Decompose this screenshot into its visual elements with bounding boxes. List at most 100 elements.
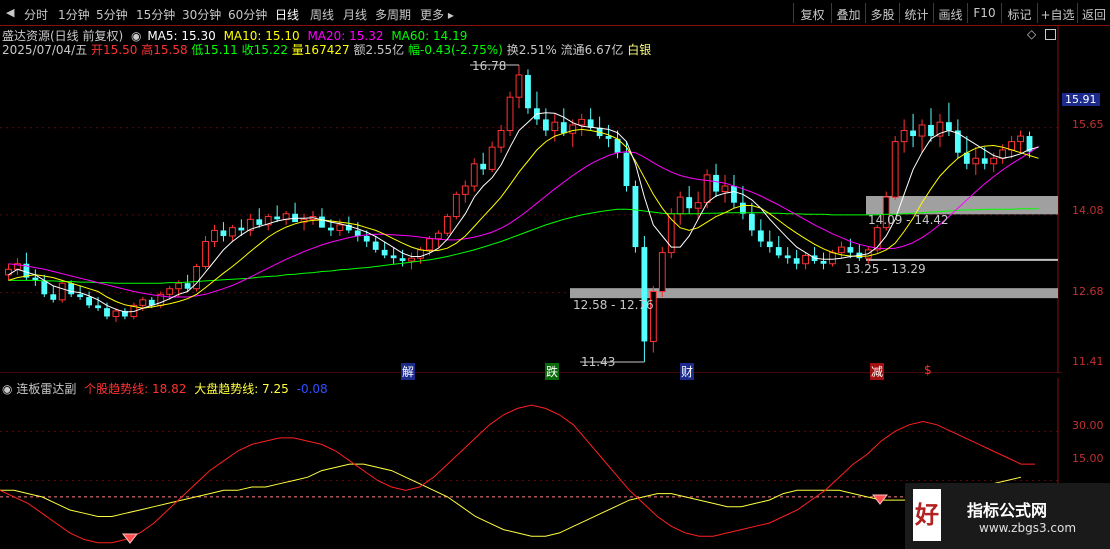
market-trend-line	[0, 463, 1022, 537]
axis-tick-4: 11.41	[1072, 355, 1104, 368]
candle-body-up	[900, 130, 908, 143]
period-15min[interactable]: 15分钟	[136, 6, 175, 23]
axis-tick-1: 15.65	[1072, 118, 1104, 131]
candle-body-down	[274, 216, 281, 220]
sub-grid	[0, 378, 1059, 549]
period-more[interactable]: 更多 ▸	[420, 6, 454, 23]
candle-body-down	[86, 297, 92, 306]
period-multi[interactable]: 多周期	[375, 6, 411, 23]
candle-body-down	[480, 163, 487, 170]
candle-body-up	[658, 252, 666, 292]
candle-body-up	[515, 74, 523, 98]
draw-line-button[interactable]: 画线	[933, 3, 967, 23]
candle-body-up	[497, 130, 505, 148]
period-daily[interactable]: 日线	[275, 6, 299, 23]
candle-body-up	[829, 252, 836, 265]
sub-axis-tick-1: 30.00	[1072, 419, 1104, 432]
candle-body-down	[542, 119, 549, 131]
candle-body-up	[228, 227, 236, 237]
candle-body-down	[238, 227, 245, 231]
axis-tick-2: 14.08	[1072, 204, 1104, 217]
candle-body-up	[838, 246, 845, 254]
candle-body-down	[354, 230, 361, 236]
zone-label-upper: 14.09 - 14.42	[868, 213, 949, 227]
candle-body-up	[551, 121, 559, 132]
candle-body-down	[399, 258, 406, 261]
candle-body-up	[58, 282, 66, 301]
zone-label-lower: 12.58 - 12.76	[573, 298, 654, 312]
candle-body-down	[77, 294, 84, 298]
zone-label-middle: 13.25 - 13.29	[845, 262, 926, 276]
candle-body-down	[713, 174, 719, 192]
candle-body-up	[999, 149, 1007, 159]
restore-rights-button[interactable]: 复权	[793, 3, 831, 23]
period-30min[interactable]: 30分钟	[182, 6, 221, 23]
candle-body-down	[686, 197, 693, 209]
candle-body-up	[676, 196, 684, 215]
statistics-button[interactable]: 统计	[899, 3, 933, 23]
multi-stock-button[interactable]: 多股	[865, 3, 899, 23]
candle-body-down	[605, 136, 612, 139]
candle-body-down	[981, 158, 988, 164]
candle-body-down	[41, 280, 48, 295]
overlay-button[interactable]: 叠加	[831, 3, 865, 23]
candle-body-down	[390, 255, 397, 259]
candle-body-up	[408, 257, 415, 262]
candle-body-down	[910, 130, 916, 137]
candle-body-down	[946, 122, 952, 131]
period-fenshi[interactable]: 分时	[24, 6, 48, 23]
main-kline-chart[interactable]	[0, 26, 1062, 373]
add-watchlist-button[interactable]: +自选	[1037, 3, 1077, 23]
candle-body-down	[632, 186, 639, 248]
low-price-label: 11.43	[581, 355, 616, 369]
candle-body-down	[68, 283, 75, 295]
candle-body-up	[694, 202, 702, 209]
candle-body-up	[936, 121, 944, 137]
period-1min[interactable]: 1分钟	[58, 6, 90, 23]
candle-body-up	[426, 238, 433, 251]
candle-body-down	[847, 247, 854, 253]
candle-body-down	[104, 308, 110, 317]
period-60min[interactable]: 60分钟	[228, 6, 267, 23]
candle-body-up	[721, 185, 729, 193]
period-weekly[interactable]: 周线	[310, 6, 334, 23]
candle-body-up	[703, 174, 711, 204]
logo-title: 指标公式网	[967, 501, 1048, 520]
high-price-label: 16.78	[472, 59, 507, 73]
candle-body-down	[525, 74, 531, 109]
candle-body-up	[1008, 141, 1016, 151]
watermark-logo: 好 指标公式网 www.zbgs3.com	[905, 483, 1110, 549]
event-marker-dollar[interactable]: $	[924, 363, 932, 377]
signal-diamond-icon-1	[871, 494, 889, 505]
sub-axis-tick-2: 15.00	[1072, 452, 1104, 465]
period-5min[interactable]: 5分钟	[96, 6, 128, 23]
candle-body-up	[461, 185, 469, 195]
candle-body-up	[918, 124, 926, 137]
back-arrow-icon[interactable]: ◀	[6, 6, 14, 19]
signal-diamond-icon-0	[121, 533, 139, 544]
return-button[interactable]: 返回	[1077, 3, 1110, 23]
candle-body-down	[784, 255, 791, 259]
axis-tick-3: 12.68	[1072, 285, 1104, 298]
candle-body-down	[820, 260, 827, 264]
sub-indicator-chart[interactable]	[0, 378, 1062, 549]
candle-body-up	[990, 157, 998, 165]
candle-body-up	[336, 224, 344, 231]
period-monthly[interactable]: 月线	[343, 6, 367, 23]
candle-body-up	[578, 118, 586, 126]
candle-body-up	[443, 216, 451, 234]
axis-current-price: 15.91	[1062, 93, 1100, 106]
mark-button[interactable]: 标记	[1001, 3, 1037, 23]
candle-body-up	[282, 213, 290, 220]
candle-body-up	[972, 157, 980, 165]
f10-button[interactable]: F10	[967, 3, 1001, 23]
candle-body-up	[434, 232, 442, 240]
candle-body-up	[112, 310, 120, 317]
candle-body-up	[506, 96, 514, 132]
stock-trend-line	[0, 404, 1035, 544]
candle-body-down	[740, 202, 746, 214]
candle-body-down	[319, 216, 325, 228]
candle-body-down	[928, 124, 934, 137]
logo-badge-icon: 好	[913, 489, 941, 541]
candle-body-down	[560, 122, 567, 134]
